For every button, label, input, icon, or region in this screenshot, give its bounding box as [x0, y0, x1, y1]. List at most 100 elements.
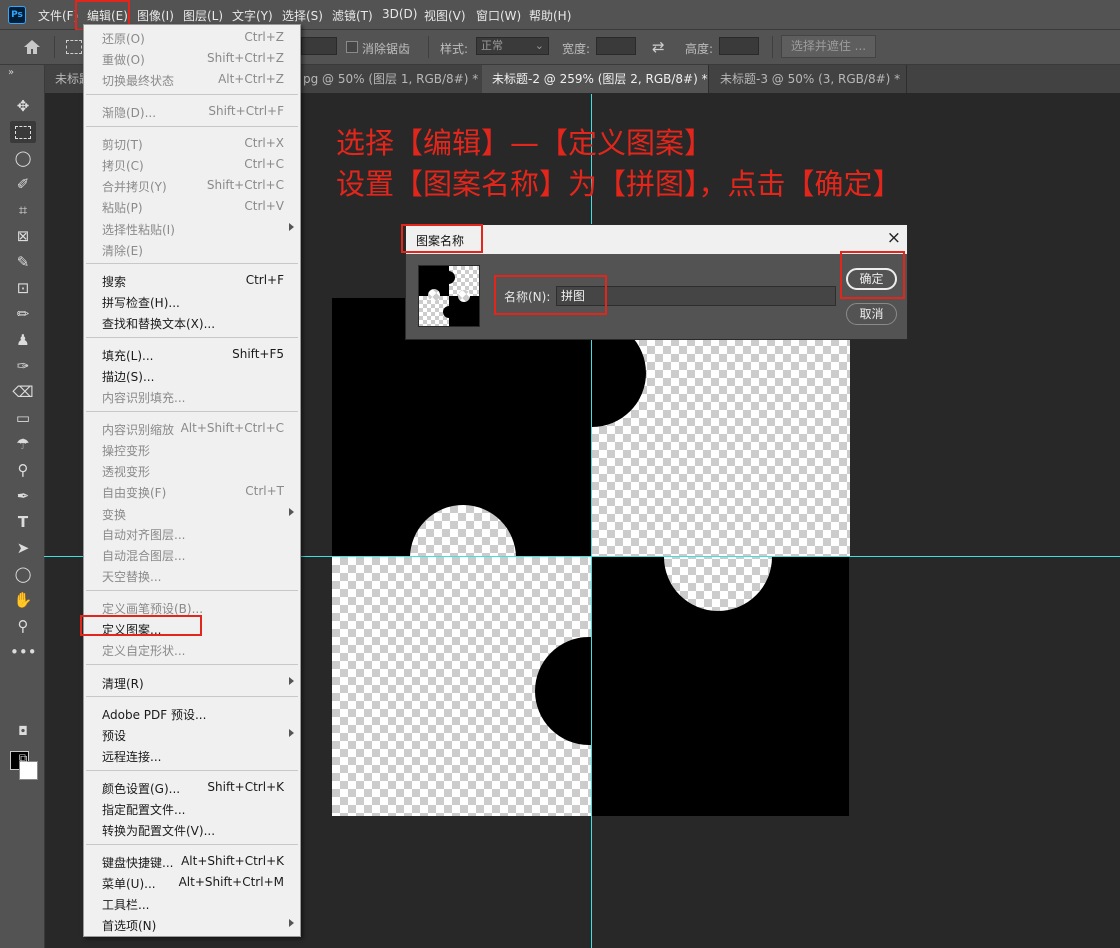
menu-item-auto-blend-layers[interactable]: 自动混合图层...: [84, 544, 300, 564]
tab-pg[interactable]: pg @ 50% (图层 1, RGB/8#) *×: [301, 65, 483, 93]
menu-item-redo[interactable]: 重做(O) Shift+Ctrl+Z: [84, 48, 300, 68]
menu-item-transform[interactable]: 变换: [84, 503, 300, 523]
width-label: 宽度:: [562, 42, 591, 56]
pen-tool-icon[interactable]: ✒: [10, 485, 36, 507]
blur-tool-icon[interactable]: ☂: [10, 433, 36, 455]
puzzle-piece-bottom-right: [591, 557, 849, 816]
menu-file[interactable]: 文件(F): [38, 7, 78, 24]
clone-stamp-tool-icon[interactable]: ♟: [10, 329, 36, 351]
menu-item-preferences[interactable]: 首选项(N): [84, 914, 300, 934]
zoom-tool-icon[interactable]: ⚲: [10, 615, 36, 637]
menu-item-remote-connections[interactable]: 远程连接...: [84, 745, 300, 765]
height-field[interactable]: [719, 37, 759, 55]
swap-icon[interactable]: ⇄: [652, 38, 665, 56]
width-field[interactable]: [596, 37, 636, 55]
menu-item-stroke[interactable]: 描边(S)...: [84, 365, 300, 385]
collapse-icon[interactable]: »: [8, 67, 14, 78]
feather-field[interactable]: [301, 37, 337, 55]
menu-help[interactable]: 帮助(H): [529, 7, 571, 24]
menu-item-perspective-warp[interactable]: 透视变形: [84, 460, 300, 480]
screen-mode-icon[interactable]: ⧉: [10, 747, 36, 769]
menu-item-paste[interactable]: 粘贴(P) Ctrl+V: [84, 196, 300, 216]
chevron-down-icon: ⌄: [534, 39, 544, 52]
menu-item-keyboard-shortcuts[interactable]: 键盘快捷键... Alt+Shift+Ctrl+K: [84, 851, 300, 871]
menu-3d[interactable]: 3D(D): [382, 7, 417, 21]
menu-item-convert-to-profile[interactable]: 转换为配置文件(V)...: [84, 819, 300, 839]
menu-item-toolbar[interactable]: 工具栏...: [84, 893, 300, 913]
marquee-shape-icon[interactable]: [66, 40, 82, 54]
menu-item-puppet-warp[interactable]: 操控变形: [84, 439, 300, 459]
menu-item-clear[interactable]: 清除(E): [84, 239, 300, 259]
menu-item-check-spelling[interactable]: 拼写检查(H)...: [84, 291, 300, 311]
menu-item-presets[interactable]: 预设: [84, 724, 300, 744]
antialias-checkbox[interactable]: [346, 41, 358, 53]
menu-item-content-aware-fill[interactable]: 内容识别填充...: [84, 386, 300, 406]
healing-brush-tool-icon[interactable]: ⊡: [10, 277, 36, 299]
dodge-tool-icon[interactable]: ⚲: [10, 459, 36, 481]
lasso-tool-icon[interactable]: ◯: [10, 147, 36, 169]
menu-item-toggle-last-state[interactable]: 切换最终状态 Alt+Ctrl+Z: [84, 69, 300, 89]
home-icon[interactable]: [22, 38, 42, 56]
menu-view[interactable]: 视图(V): [424, 7, 466, 24]
menu-window[interactable]: 窗口(W): [476, 7, 521, 24]
menu-item-copy[interactable]: 拷贝(C) Ctrl+C: [84, 154, 300, 174]
quick-selection-tool-icon[interactable]: ✐: [10, 173, 36, 195]
menu-filter[interactable]: 滤镜(T): [332, 7, 373, 24]
menu-layer[interactable]: 图层(L): [183, 7, 223, 24]
edit-menu-dropdown: 还原(O) Ctrl+Z 重做(O) Shift+Ctrl+Z 切换最终状态 Alt+…: [83, 24, 301, 937]
menu-item-sky-replacement[interactable]: 天空替换...: [84, 565, 300, 585]
menu-item-fill[interactable]: 填充(L)... Shift+F5: [84, 344, 300, 364]
close-icon[interactable]: ×: [906, 72, 907, 86]
submenu-arrow-icon: [289, 508, 294, 516]
menu-item-copy-merged[interactable]: 合并拷贝(Y) Shift+Ctrl+C: [84, 175, 300, 195]
eyedropper-tool-icon[interactable]: ✎: [10, 251, 36, 273]
menu-item-undo[interactable]: 还原(O) Ctrl+Z: [84, 27, 300, 47]
menu-item-adobe-pdf-presets[interactable]: Adobe PDF 预设...: [84, 703, 300, 723]
frame-tool-icon[interactable]: ⊠: [10, 225, 36, 247]
photoshop-logo: Ps: [8, 6, 26, 24]
menu-image[interactable]: 图像(I): [137, 7, 174, 24]
brush-tool-icon[interactable]: ✏: [10, 303, 36, 325]
tab-untitled-2[interactable]: 未标题-2 @ 259% (图层 2, RGB/8#) *×: [482, 65, 709, 93]
ellipse-tool-icon[interactable]: ◯: [10, 563, 36, 585]
highlight-name-field: [494, 275, 607, 315]
submenu-arrow-icon: [289, 223, 294, 231]
menu-item-paste-special[interactable]: 选择性粘贴(I): [84, 218, 300, 238]
menu-item-color-settings[interactable]: 颜色设置(G)... Shift+Ctrl+K: [84, 777, 300, 797]
style-select-value: 正常: [481, 39, 503, 52]
menu-item-content-aware-scale[interactable]: 内容识别缩放 Alt+Shift+Ctrl+C: [84, 418, 300, 438]
rectangular-marquee-tool-icon[interactable]: [10, 121, 36, 143]
more-tools-icon[interactable]: •••: [10, 641, 37, 663]
cancel-button[interactable]: 取消: [846, 303, 897, 325]
tab-untitled-3[interactable]: 未标题-3 @ 50% (3, RGB/8#) *×: [710, 65, 907, 93]
height-label: 高度:: [685, 42, 714, 56]
menu-item-cut[interactable]: 剪切(T) Ctrl+X: [84, 133, 300, 153]
history-brush-tool-icon[interactable]: ✑: [10, 355, 36, 377]
eraser-tool-icon[interactable]: ⌫: [10, 381, 36, 403]
quick-mask-icon[interactable]: ◘: [10, 720, 36, 742]
guide-vertical[interactable]: [591, 94, 592, 948]
submenu-arrow-icon: [289, 919, 294, 927]
crop-tool-icon[interactable]: ⌗: [10, 199, 36, 221]
gradient-tool-icon[interactable]: ▭: [10, 407, 36, 429]
menu-item-find-replace[interactable]: 查找和替换文本(X)...: [84, 312, 300, 332]
menu-item-auto-align-layers[interactable]: 自动对齐图层...: [84, 523, 300, 543]
menu-item-fade[interactable]: 渐隐(D)... Shift+Ctrl+F: [84, 101, 300, 121]
menu-item-purge[interactable]: 清理(R): [84, 672, 300, 692]
menu-item-define-custom-shape[interactable]: 定义自定形状...: [84, 639, 300, 659]
path-selection-tool-icon[interactable]: ➤: [10, 537, 36, 559]
menu-item-search[interactable]: 搜索 Ctrl+F: [84, 270, 300, 290]
hand-tool-icon[interactable]: ✋: [10, 589, 36, 611]
menu-item-menus[interactable]: 菜单(U)... Alt+Shift+Ctrl+M: [84, 872, 300, 892]
style-select[interactable]: 正常 ⌄: [476, 37, 549, 55]
menu-select[interactable]: 选择(S): [282, 7, 323, 24]
move-tool-icon[interactable]: ✥: [10, 95, 36, 117]
pattern-thumbnail: [418, 265, 480, 327]
menu-item-free-transform[interactable]: 自由变换(F) Ctrl+T: [84, 481, 300, 501]
type-tool-icon[interactable]: T: [10, 511, 36, 533]
menu-type[interactable]: 文字(Y): [232, 7, 273, 24]
close-icon[interactable]: ×: [887, 229, 901, 247]
menu-item-assign-profile[interactable]: 指定配置文件...: [84, 798, 300, 818]
select-and-mask-button[interactable]: 选择并遮住 ...: [781, 35, 876, 58]
menu-item-define-brush-preset[interactable]: 定义画笔预设(B)...: [84, 597, 300, 617]
